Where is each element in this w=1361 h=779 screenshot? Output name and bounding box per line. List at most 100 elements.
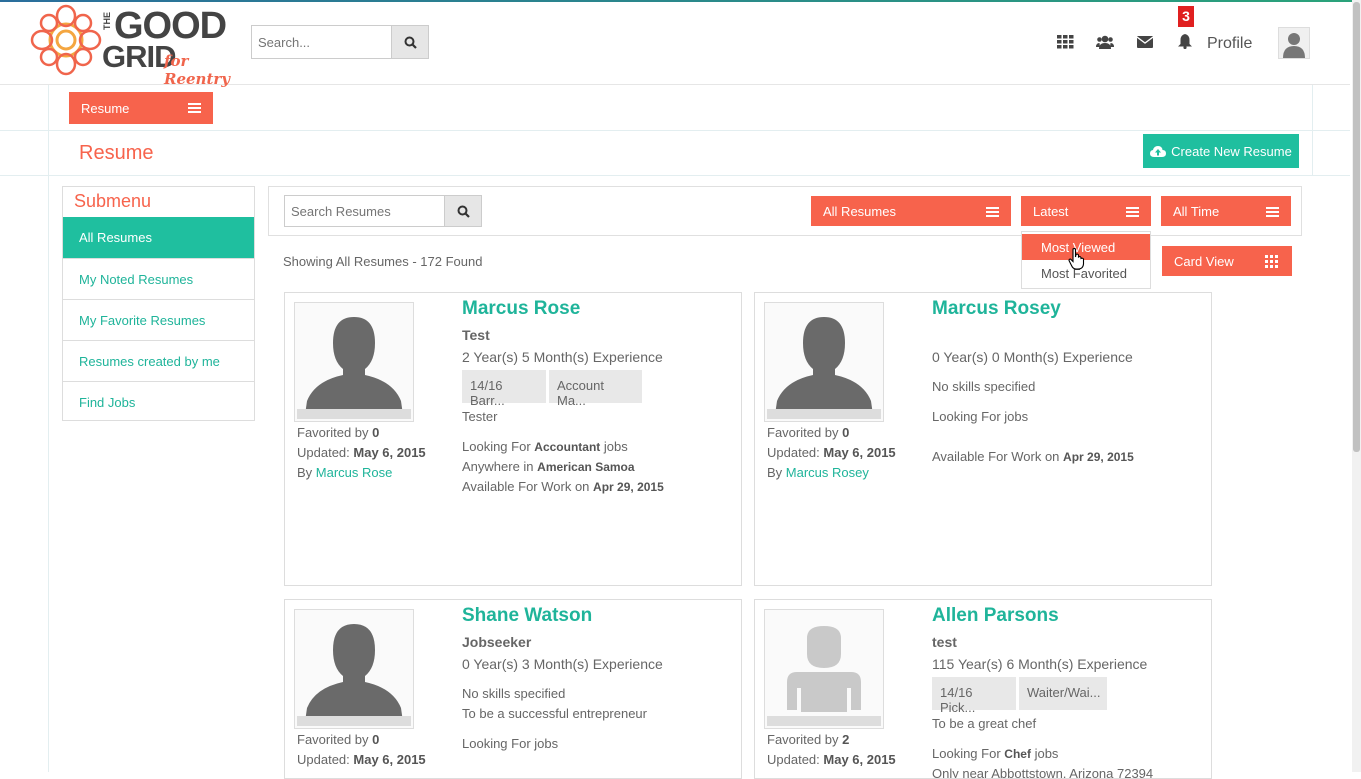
updated-row: Updated: May 6, 2015 [767,443,896,463]
resume-photo[interactable] [764,302,884,422]
view-toggle-button[interactable]: Card View [1162,246,1292,276]
sort-dropdown[interactable]: Latest [1021,196,1151,226]
envelope-icon [1137,35,1153,48]
candidate-title: Test [462,327,490,343]
user-silhouette-icon [297,317,411,419]
resume-search [284,195,482,227]
sort-option-most-favorited[interactable]: Most Favorited [1022,260,1150,286]
candidate-title: Jobseeker [462,634,532,650]
submenu-item-favorite-resumes[interactable]: My Favorite Resumes [63,299,254,340]
card-meta: Favorited by 0 Updated: May 6, 2015 By M… [297,423,426,483]
messages-button[interactable] [1125,35,1165,48]
favorited-label: Favorited by [297,732,369,747]
candidate-name[interactable]: Marcus Rosey [932,298,1061,320]
global-search-button[interactable] [391,26,428,58]
resume-photo[interactable] [294,302,414,422]
apps-grid-icon [1056,34,1073,48]
availability: Available For Work on Apr 29, 2015 [932,449,1134,464]
resume-card: Favorited by 0 Updated: May 6, 2015 By M… [284,292,742,586]
objective-text: To be a successful entrepreneur [462,706,647,721]
candidate-name[interactable]: Allen Parsons [932,605,1059,627]
updated-date: May 6, 2015 [353,445,426,460]
looking-for: Looking For jobs [462,736,559,751]
resume-photo[interactable] [294,609,414,729]
menu-lines-icon [188,103,201,113]
resume-search-input[interactable] [285,196,444,226]
submenu-item-noted-resumes[interactable]: My Noted Resumes [63,258,254,299]
menu-lines-icon [1266,207,1279,217]
section-dropdown-label: Resume [81,101,130,116]
page-scrollbar[interactable] [1352,0,1361,772]
bell-icon [1178,34,1192,49]
experience-text: 2 Year(s) 5 Month(s) Experience [462,349,663,365]
updated-row: Updated: May 6, 2015 [297,750,426,770]
skills-text: No skills specified [932,379,1036,394]
menu-lines-icon [1126,207,1139,217]
skills-text: No skills specified [462,686,566,701]
create-resume-label: Create New Resume [1171,143,1292,159]
skill-tag: 14/16 Pick... [932,677,1016,715]
resume-card: Favorited by 0 Updated: May 6, 2015 Shan… [284,599,742,779]
available-date: Apr 29, 2015 [593,480,664,494]
connections-button[interactable] [1085,35,1125,49]
favorited-label: Favorited by [767,425,839,440]
updated-date: May 6, 2015 [353,752,426,767]
updated-row: Updated: May 6, 2015 [767,750,896,770]
updated-row: Updated: May 6, 2015 [297,443,426,463]
skill-tag: 14/16 Barr... [462,370,546,408]
candidate-title: test [932,634,957,650]
scrollbar-thumb[interactable] [1353,2,1360,452]
page-title: Resume [79,142,154,164]
notifications-button[interactable] [1165,34,1205,49]
results-summary: Showing All Resumes - 172 Found [283,254,483,269]
sort-option-most-viewed[interactable]: Most Viewed [1022,234,1150,260]
skill-tags: 14/16 Barr... Account Ma... [462,370,722,408]
apps-grid-button[interactable] [1045,34,1085,49]
resume-photo[interactable] [764,609,884,729]
by-label: By [767,465,783,480]
grid-view-icon [1265,255,1278,268]
avatar[interactable] [1278,27,1310,59]
candidate-name[interactable]: Marcus Rose [462,298,580,320]
looking-prefix: Looking For [932,746,1001,761]
location-value: American Samoa [537,460,635,474]
scope-dropdown-label: All Resumes [823,204,896,219]
favorited-count: 0 [842,425,850,440]
resume-search-button[interactable] [444,196,481,226]
create-resume-button[interactable]: Create New Resume [1143,134,1299,168]
candidate-name[interactable]: Shane Watson [462,605,592,627]
user-silhouette-icon [297,624,411,726]
divider [0,130,1350,131]
notification-count-badge: 3 [1178,6,1194,27]
updated-label: Updated: [297,752,350,767]
location-prefix: Anywhere in [462,459,534,474]
updated-label: Updated: [297,445,350,460]
submenu-item-created-by-me[interactable]: Resumes created by me [63,340,254,381]
author-link[interactable]: Marcus Rose [316,465,393,480]
updated-date: May 6, 2015 [823,752,896,767]
profile-link[interactable]: Profile [1207,35,1252,53]
looking-prefix: Looking For [462,439,531,454]
hand-cursor-icon [1068,248,1085,270]
favorited-label: Favorited by [767,732,839,747]
site-header: THE GOOD GRID for Reentry 3 Profile [0,2,1350,88]
favorited-count: 0 [372,425,380,440]
view-toggle-label: Card View [1174,254,1234,269]
period-dropdown[interactable]: All Time [1161,196,1291,226]
author-link[interactable]: Marcus Rosey [786,465,869,480]
favorited-count: 0 [372,732,380,747]
skill-tags: 14/16 Pick... Waiter/Wai... [932,677,1192,715]
card-meta: Favorited by 2 Updated: May 6, 2015 [767,730,896,770]
favorited-row: Favorited by 0 [767,423,896,443]
updated-date: May 6, 2015 [823,445,896,460]
looking-for: Looking For jobs [932,409,1029,424]
scope-dropdown[interactable]: All Resumes [811,196,1011,226]
looking-for: Looking For Accountant jobs [462,439,628,454]
card-meta: Favorited by 0 Updated: May 6, 2015 By M… [767,423,896,483]
looking-job: Chef [1004,747,1031,761]
submenu-item-find-jobs[interactable]: Find Jobs [63,381,254,422]
section-dropdown[interactable]: Resume [69,92,213,124]
submenu-item-all-resumes[interactable]: All Resumes [63,217,254,258]
site-logo[interactable]: THE GOOD GRID for Reentry [30,4,245,88]
global-search-input[interactable] [252,26,391,58]
